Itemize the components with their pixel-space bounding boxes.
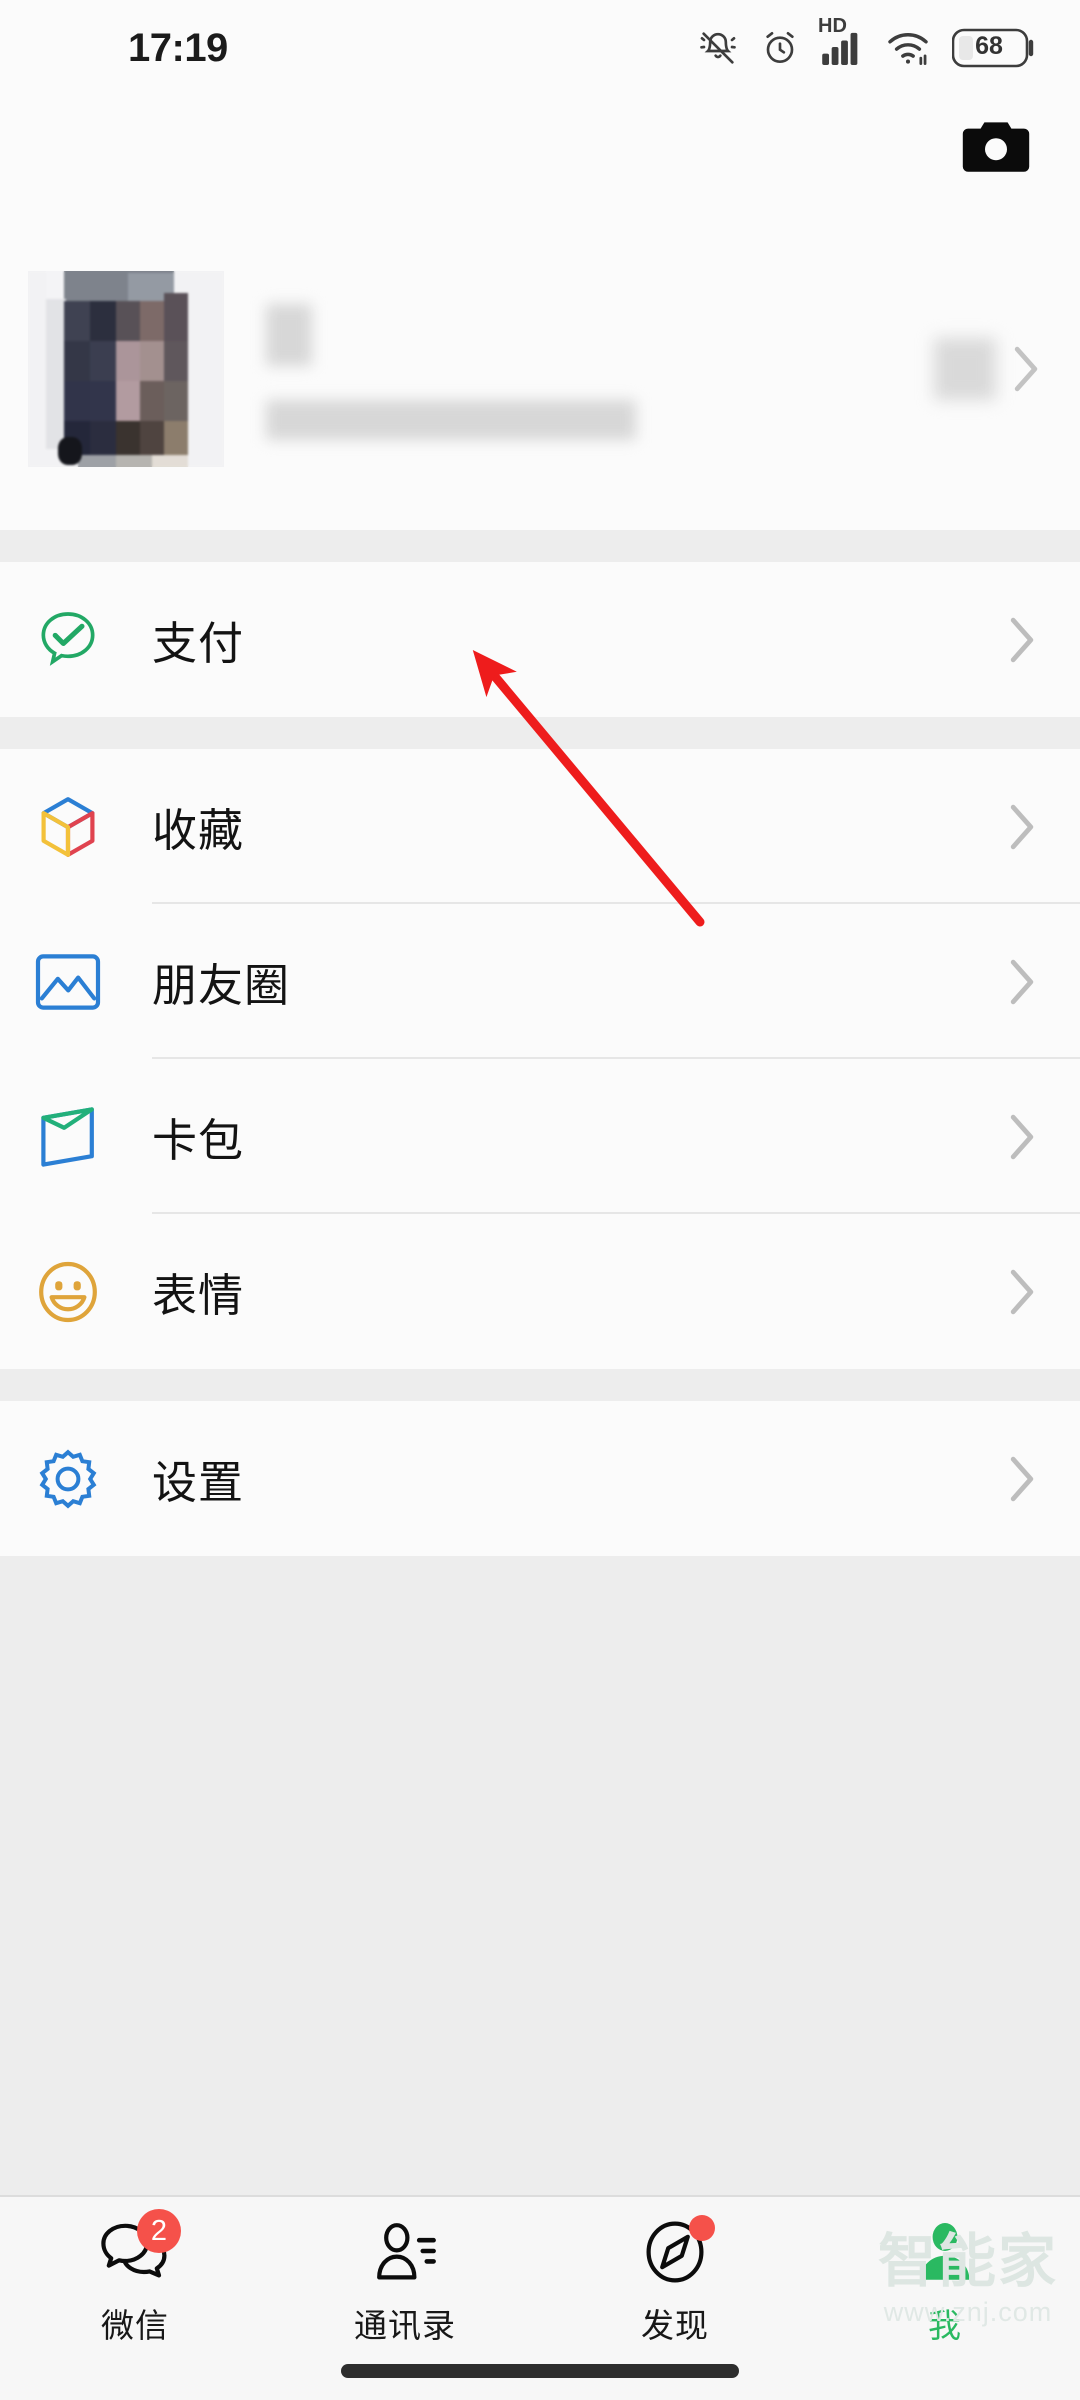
tab-discover[interactable]: 发现 xyxy=(540,2197,810,2347)
chevron-right-icon xyxy=(1010,959,1036,1005)
gear-icon xyxy=(32,1443,104,1515)
hd-signal-icon: HD xyxy=(818,15,864,65)
tab-me[interactable]: 我 xyxy=(810,2197,1080,2347)
alarm-clock-icon xyxy=(760,28,800,68)
battery-level-text: 68 xyxy=(975,31,1003,60)
cards-wallet-icon xyxy=(32,1101,104,1173)
chevron-right-icon xyxy=(1010,1114,1036,1160)
chat-bubbles-icon: 2 xyxy=(97,2209,181,2289)
chevron-right-icon xyxy=(1010,1269,1036,1315)
battery-icon: 68 xyxy=(952,27,1036,69)
tab-label-discover: 发现 xyxy=(641,2307,709,2344)
avatar[interactable] xyxy=(28,271,224,467)
wechat-pay-icon xyxy=(32,604,104,676)
tab-label-me: 我 xyxy=(928,2307,962,2344)
wifi-icon xyxy=(886,29,930,67)
moments-photo-icon xyxy=(32,946,104,1018)
unread-badge: 2 xyxy=(137,2209,181,2253)
menu-label-settings: 设置 xyxy=(152,1457,245,1508)
chevron-right-icon xyxy=(1010,617,1036,663)
compass-icon xyxy=(637,2215,715,2289)
profile-wechat-id xyxy=(266,400,636,440)
features-section: 收藏 朋友圈 卡包 表情 xyxy=(0,749,1080,1369)
menu-label-favorites: 收藏 xyxy=(152,805,245,856)
status-bar-icons: HD 68 xyxy=(698,15,1036,69)
menu-label-cards: 卡包 xyxy=(152,1115,245,1166)
pay-section: 支付 xyxy=(0,562,1080,717)
menu-row-moments[interactable]: 朋友圈 xyxy=(0,904,1080,1059)
menu-label-pay: 支付 xyxy=(152,618,245,669)
profile-name xyxy=(266,304,312,366)
camera-icon[interactable] xyxy=(960,116,1032,178)
sticker-smiley-icon xyxy=(32,1256,104,1328)
status-bar-clock: 17:19 xyxy=(128,25,228,70)
section-gap xyxy=(0,530,1080,562)
menu-label-moments: 朋友圈 xyxy=(152,960,291,1011)
profile-actions[interactable] xyxy=(934,338,1040,400)
wechat-me-screen: 17:19 HD 68 支付 收藏 朋友圈 卡包 表情 设置 2 微信 通讯录 … xyxy=(0,0,1080,2400)
bell-mute-icon xyxy=(698,28,738,68)
menu-row-pay[interactable]: 支付 xyxy=(0,562,1080,717)
status-bar: 17:19 HD 68 xyxy=(0,0,1080,96)
chevron-right-icon xyxy=(1010,804,1036,850)
contacts-icon xyxy=(367,2215,443,2289)
section-gap xyxy=(0,717,1080,749)
qr-code-icon[interactable] xyxy=(934,338,996,400)
menu-label-stickers: 表情 xyxy=(152,1270,245,1321)
menu-row-settings[interactable]: 设置 xyxy=(0,1401,1080,1556)
menu-row-stickers[interactable]: 表情 xyxy=(0,1214,1080,1369)
top-action-bar xyxy=(0,96,1080,208)
tab-label-chats: 微信 xyxy=(101,2307,169,2344)
home-indicator[interactable] xyxy=(341,2364,739,2378)
profile-identity xyxy=(266,298,934,440)
tab-chats[interactable]: 2 微信 xyxy=(0,2197,270,2347)
hd-label: HD xyxy=(818,15,847,37)
section-gap xyxy=(0,1369,1080,1401)
menu-row-favorites[interactable]: 收藏 xyxy=(0,749,1080,904)
favorites-cube-icon xyxy=(32,791,104,863)
chevron-right-icon xyxy=(1010,1456,1036,1502)
menu-row-cards[interactable]: 卡包 xyxy=(0,1059,1080,1214)
person-icon xyxy=(907,2215,983,2289)
tab-label-contacts: 通讯录 xyxy=(354,2307,456,2344)
notification-dot xyxy=(689,2215,715,2241)
tab-contacts[interactable]: 通讯录 xyxy=(270,2197,540,2347)
chevron-right-icon xyxy=(1014,346,1038,392)
settings-section: 设置 xyxy=(0,1401,1080,1556)
profile-card[interactable] xyxy=(0,208,1080,530)
bottom-tab-bar: 2 微信 通讯录 发现 我 xyxy=(0,2195,1080,2400)
